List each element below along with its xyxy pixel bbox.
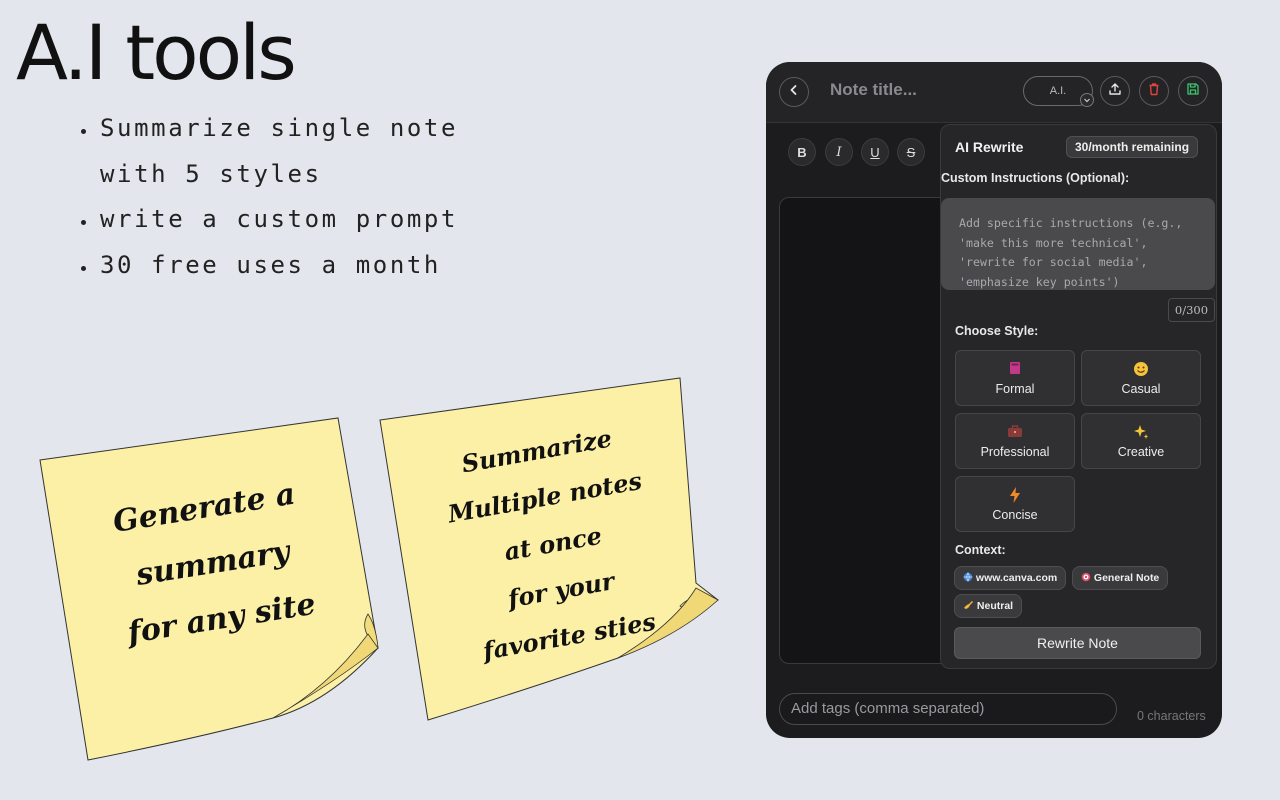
style-professional-button[interactable]: Professional (955, 413, 1075, 469)
context-chip-tone: Neutral (954, 594, 1023, 618)
bold-button[interactable]: B (788, 138, 816, 166)
upload-icon (1108, 82, 1122, 101)
feature-list: Summarize single note with 5 styles writ… (68, 106, 478, 288)
lightning-icon (956, 487, 1074, 504)
panel-title: AI Rewrite (955, 139, 1024, 155)
app-header: Note title... A.I. (766, 62, 1222, 123)
custom-instructions-textarea[interactable]: Add specific instructions (e.g., 'make t… (941, 198, 1215, 290)
sticky-note-multi: Summarize Multiple notes at once for you… (378, 377, 723, 723)
style-label-text: Creative (1117, 445, 1165, 459)
trash-icon (1147, 82, 1161, 101)
save-icon (1186, 82, 1200, 101)
sticky-note-summary: Generate a summary for any site (38, 417, 383, 763)
style-casual-button[interactable]: Casual (1081, 350, 1201, 406)
delete-button[interactable] (1139, 76, 1169, 106)
quota-badge: 30/month remaining (1066, 136, 1199, 158)
chevron-down-icon[interactable] (1080, 93, 1094, 107)
context-chip-note-type: General Note (1072, 566, 1169, 590)
note-app-window: Note title... A.I. B I U S Add tags (com… (766, 62, 1222, 738)
instructions-label: Custom Instructions (Optional): (941, 171, 1130, 185)
character-count: 0 characters (1137, 709, 1206, 723)
style-label: Choose Style: (955, 324, 1039, 338)
book-icon (956, 361, 1074, 378)
style-creative-button[interactable]: Creative (1081, 413, 1201, 469)
feature-item: Summarize single note with 5 styles (98, 106, 478, 197)
target-icon (1081, 572, 1094, 584)
rewrite-note-button[interactable]: Rewrite Note (954, 627, 1201, 659)
feature-item: 30 free uses a month (98, 243, 478, 289)
note-title-input[interactable]: Note title... (830, 80, 917, 100)
italic-button[interactable]: I (825, 138, 853, 166)
feature-item: write a custom prompt (98, 197, 478, 243)
sparkles-icon (1082, 424, 1200, 441)
back-button[interactable] (779, 77, 809, 107)
context-chip-site: www.canva.com (954, 566, 1067, 590)
writing-hand-icon (963, 600, 977, 612)
underline-button[interactable]: U (861, 138, 889, 166)
smile-icon (1082, 361, 1200, 378)
ai-rewrite-panel: AI Rewrite 30/month remaining Custom Ins… (940, 124, 1217, 669)
export-button[interactable] (1100, 76, 1130, 106)
briefcase-icon (956, 424, 1074, 441)
style-concise-button[interactable]: Concise (955, 476, 1075, 532)
strikethrough-button[interactable]: S (897, 138, 925, 166)
context-label: Context: (955, 543, 1006, 557)
style-formal-button[interactable]: Formal (955, 350, 1075, 406)
chip-label: General Note (1093, 572, 1160, 584)
slide-headline: A.I tools (16, 8, 297, 97)
chip-label: Neutral (976, 600, 1014, 612)
chevron-left-icon (788, 83, 800, 101)
tags-input[interactable]: Add tags (comma separated) (779, 693, 1117, 725)
style-label-text: Concise (992, 508, 1038, 522)
style-label-text: Professional (980, 445, 1050, 459)
style-label-text: Casual (1121, 382, 1161, 396)
instructions-counter: 0/300 (1168, 298, 1215, 322)
globe-icon (963, 572, 976, 584)
style-label-text: Formal (995, 382, 1035, 396)
chip-label: www.canva.com (975, 572, 1058, 584)
save-button[interactable] (1178, 76, 1208, 106)
